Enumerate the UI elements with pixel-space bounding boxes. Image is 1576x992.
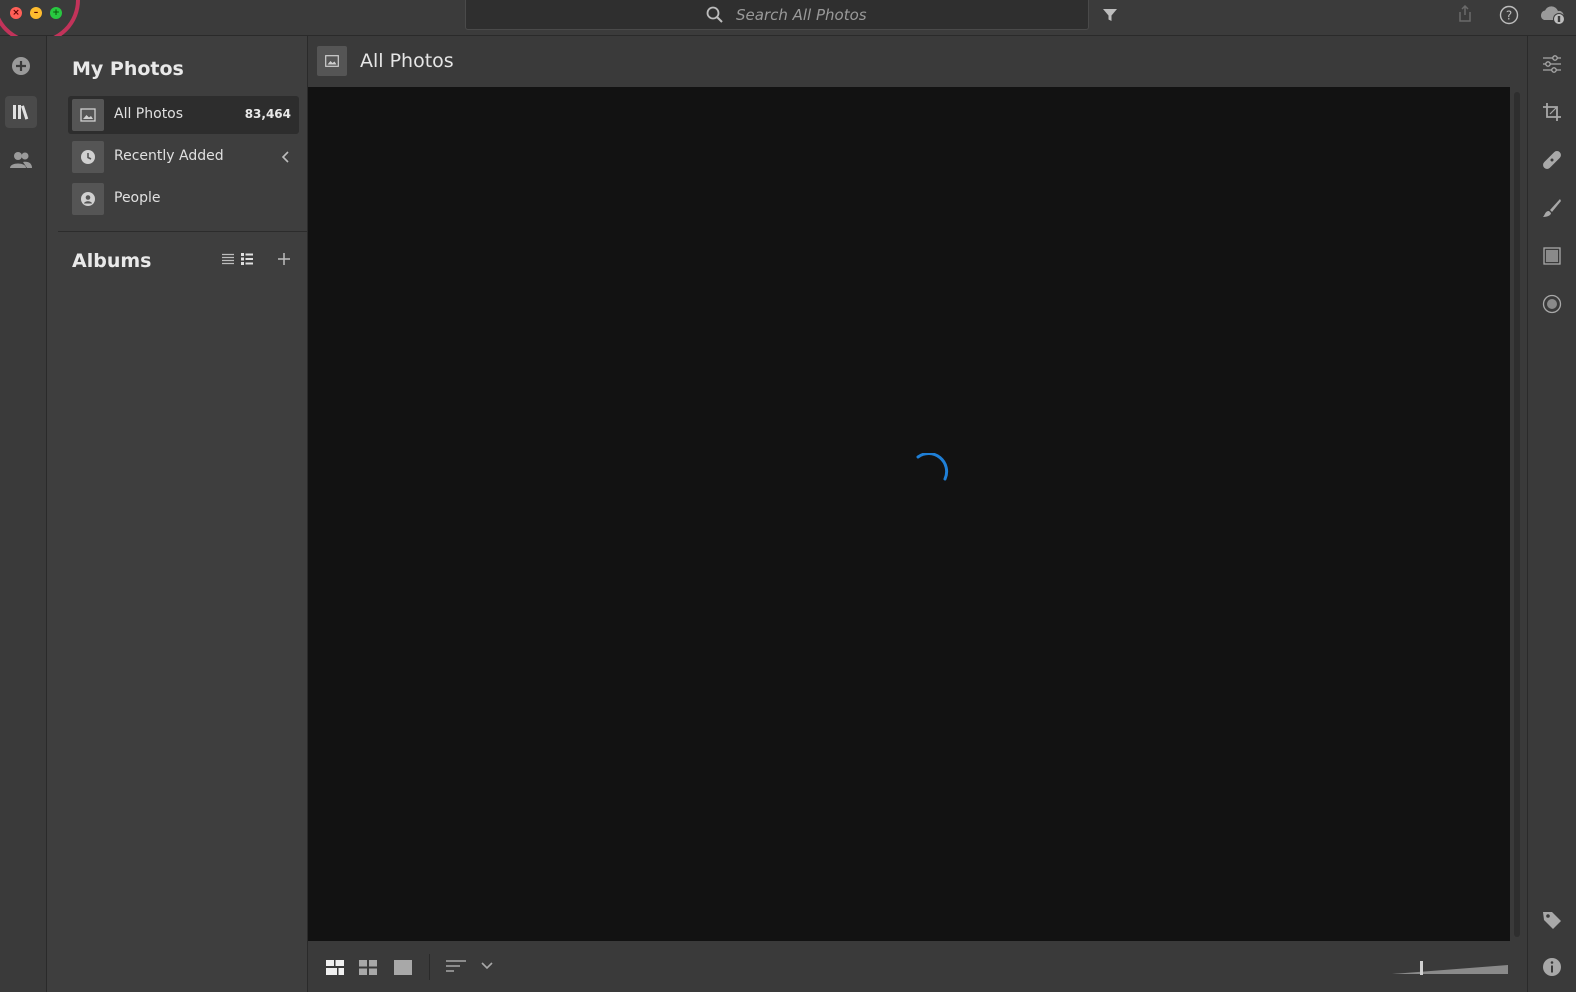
detail-view-icon[interactable] <box>394 960 412 975</box>
chevron-down-icon[interactable] <box>481 962 493 970</box>
clock-icon <box>72 141 104 173</box>
photo-icon <box>317 46 347 76</box>
share-icon[interactable] <box>1457 5 1473 23</box>
help-icon[interactable]: ? <box>1499 5 1519 25</box>
toolbar-divider <box>429 954 430 980</box>
detail-list-icon[interactable] <box>241 253 253 265</box>
info-icon <box>1543 958 1561 976</box>
page-title: All Photos <box>360 50 454 72</box>
photo-grid-view-icon[interactable] <box>326 960 344 975</box>
keyword-tag-button[interactable] <box>1538 906 1566 934</box>
main-header: All Photos <box>308 36 1526 86</box>
search-placeholder: Search All Photos <box>736 6 867 24</box>
radial-gradient-button[interactable] <box>1538 290 1566 318</box>
library-button[interactable] <box>5 96 37 128</box>
healing-button[interactable] <box>1538 146 1566 174</box>
square-grid-view-icon[interactable] <box>359 960 377 975</box>
right-rail <box>1527 36 1576 992</box>
photo-grid[interactable] <box>308 87 1510 941</box>
add-photos-button[interactable] <box>5 50 37 82</box>
sidebar: My Photos All Photos 83,464 Recently Add… <box>47 36 308 992</box>
photo-count: 83,464 <box>244 107 291 121</box>
bottom-toolbar <box>308 942 1526 992</box>
sidebar-item-recently-added[interactable]: Recently Added <box>68 138 299 176</box>
search-icon <box>706 6 723 23</box>
thumbnail-size-slider[interactable] <box>1392 956 1512 978</box>
library-icon <box>13 105 29 120</box>
people-rail-button[interactable] <box>5 144 37 176</box>
sidebar-item-label: Recently Added <box>114 148 224 164</box>
my-photos-title: My Photos <box>72 58 184 80</box>
tag-icon <box>1543 912 1561 929</box>
edit-sliders-icon <box>1543 55 1561 73</box>
sort-icon[interactable] <box>446 959 466 975</box>
photo-icon <box>72 99 104 131</box>
radial-icon <box>1542 294 1562 314</box>
search-input[interactable]: Search All Photos <box>465 0 1089 30</box>
gradient-icon <box>1543 247 1561 265</box>
brush-button[interactable] <box>1538 194 1566 222</box>
people-icon <box>10 152 32 168</box>
loading-spinner-icon <box>916 453 949 481</box>
list-view-icon[interactable] <box>222 253 234 265</box>
crop-icon <box>1543 103 1561 121</box>
svg-text:?: ? <box>1506 9 1512 23</box>
crop-button[interactable] <box>1538 98 1566 126</box>
albums-title: Albums <box>72 250 152 272</box>
slider-handle[interactable] <box>1420 961 1423 975</box>
filter-icon[interactable] <box>1102 7 1118 23</box>
add-photos-icon <box>12 57 30 75</box>
sidebar-item-people[interactable]: People <box>68 180 299 218</box>
edit-button[interactable] <box>1538 50 1566 78</box>
title-bar: × – + Search All Photos ? <box>0 0 1576 44</box>
left-rail <box>0 36 47 992</box>
sidebar-item-label: People <box>114 190 161 206</box>
info-button[interactable] <box>1538 953 1566 981</box>
linear-gradient-button[interactable] <box>1538 242 1566 270</box>
scrollbar[interactable] <box>1514 92 1520 937</box>
healing-icon <box>1543 151 1561 169</box>
person-icon <box>72 183 104 215</box>
chevron-left-icon[interactable] <box>281 151 291 163</box>
sidebar-item-label: All Photos <box>114 106 184 122</box>
cloud-sync-icon[interactable] <box>1538 4 1568 26</box>
add-album-icon[interactable] <box>277 252 291 266</box>
brush-icon <box>1543 199 1561 217</box>
sidebar-item-all-photos[interactable]: All Photos 83,464 <box>68 96 299 134</box>
sidebar-divider <box>58 231 307 232</box>
